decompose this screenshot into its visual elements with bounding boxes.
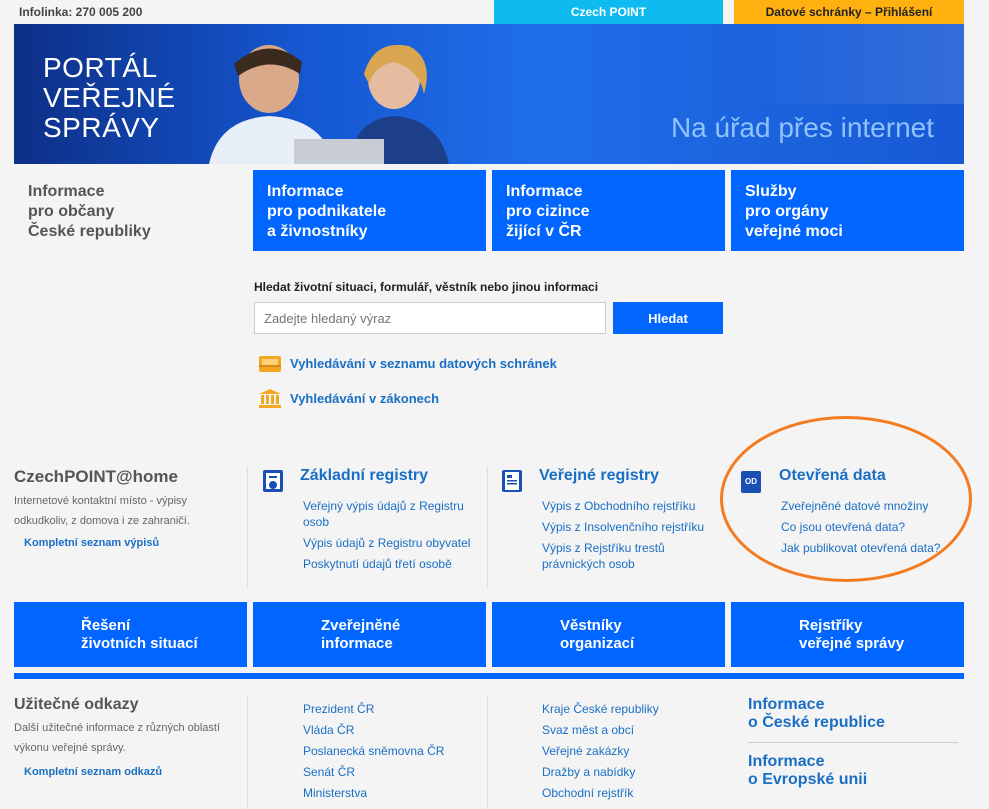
registry-icon: [263, 470, 283, 492]
tile-bulletins[interactable]: Věstníky organizací: [492, 602, 725, 667]
czechpoint-description: Internetové kontaktní místo - výpisy odk…: [14, 495, 190, 527]
useful-links-list-2: Kraje České republiky Svaz měst a obcí V…: [542, 701, 659, 806]
nav-label-line: České republiky: [28, 223, 151, 240]
nav-authorities[interactable]: Služby pro orgány veřejné moci: [731, 170, 964, 251]
portal-title-line: VEŘEJNÉ: [43, 82, 176, 113]
info-czech-republic-link[interactable]: Informace o České republice: [748, 696, 958, 732]
list-item[interactable]: Poskytnutí údajů třetí osobě: [303, 556, 483, 572]
portal-title-line: PORTÁL: [43, 52, 158, 83]
useful-links-list-1: Prezident ČR Vláda ČR Poslanecká sněmovn…: [303, 701, 444, 806]
tile-label-line: životních situací: [81, 635, 198, 652]
quick-link-label: Vyhledávání v zákonech: [290, 390, 440, 406]
nav-foreigners[interactable]: Informace pro cizince žijící v ČR: [492, 170, 725, 251]
list-item[interactable]: Svaz měst a obcí: [542, 722, 659, 738]
banner-people-image: [209, 44, 449, 164]
useful-links-full-list-link[interactable]: Kompletní seznam odkazů: [24, 766, 162, 778]
datove-schranky-login-link[interactable]: Datové schránky – Přihlášení: [734, 0, 964, 24]
list-item[interactable]: Kraje České republiky: [542, 701, 659, 717]
tile-published-info[interactable]: Zveřejněné informace: [253, 602, 486, 667]
list-item[interactable]: Ministerstva: [303, 785, 444, 801]
tile-label-line: veřejné správy: [799, 635, 905, 652]
info-label-line: Informace: [748, 696, 825, 713]
list-item[interactable]: Výpis údajů z Registru obyvatel: [303, 535, 483, 551]
building-icon: [259, 389, 281, 408]
verejne-registry-list: Výpis z Obchodního rejstříku Výpis z Ins…: [542, 498, 722, 577]
column-divider: [487, 696, 488, 809]
nav-label-line: Informace: [267, 183, 344, 200]
zakladni-registry-heading[interactable]: Základní registry: [300, 467, 428, 485]
column-divider: [247, 467, 248, 587]
top-bar: Infolinka: 270 005 200 Czech POINT Datov…: [0, 0, 989, 24]
list-item[interactable]: Senát ČR: [303, 764, 444, 780]
column-divider: [247, 696, 248, 809]
nav-label-line: Služby: [745, 183, 797, 200]
tile-label-line: informace: [321, 635, 393, 652]
infoline-text: Infolinka: 270 005 200: [19, 5, 143, 19]
banner-slogan: Na úřad přes internet: [670, 112, 934, 143]
list-item[interactable]: Výpis z Obchodního rejstříku: [542, 498, 722, 514]
zakladni-registry-list: Veřejný výpis údajů z Registru osob Výpi…: [303, 498, 483, 577]
tile-label-line: Věstníky: [560, 617, 622, 634]
list-item[interactable]: Obchodní rejstřík: [542, 785, 659, 801]
search-button[interactable]: Hledat: [613, 302, 723, 334]
tile-label-line: Zveřejněné: [321, 617, 401, 634]
list-item[interactable]: Veřejný výpis údajů z Registru osob: [303, 498, 483, 530]
tile-label-line: organizací: [560, 635, 635, 652]
list-item[interactable]: Výpis z Insolvenčního rejstříku: [542, 519, 722, 535]
search-label: Hledat životní situaci, formulář, věstní…: [254, 280, 599, 294]
section-divider: [14, 673, 964, 679]
info-label-line: o České republice: [748, 714, 885, 731]
highlight-circle: [720, 416, 972, 582]
nav-label-line: pro občany: [28, 203, 115, 220]
verejne-registry-heading[interactable]: Veřejné registry: [539, 467, 659, 485]
nav-label-line: žijící v ČR: [506, 223, 582, 240]
datove-schranky-search-link[interactable]: Vyhledávání v seznamu datových schránek: [258, 353, 557, 373]
info-eu-link[interactable]: Informace o Evropské unii: [748, 753, 958, 789]
nav-label-line: pro orgány: [745, 203, 829, 220]
hero-banner: PORTÁL VEŘEJNÉ SPRÁVY Na úřad přes inter…: [14, 24, 964, 164]
portal-title: PORTÁL VEŘEJNÉ SPRÁVY: [43, 53, 176, 143]
portal-title-line: SPRÁVY: [43, 112, 160, 143]
list-item[interactable]: Výpis z Rejstříku trestů právnických oso…: [542, 540, 722, 572]
nav-label-line: a živnostníky: [267, 223, 368, 240]
nav-citizens[interactable]: Informace pro občany České republiky: [14, 170, 247, 251]
quick-link-label: Vyhledávání v seznamu datových schránek: [290, 355, 557, 371]
list-item[interactable]: Vláda ČR: [303, 722, 444, 738]
info-label-line: o Evropské unii: [748, 771, 868, 788]
czech-point-link[interactable]: Czech POINT: [494, 0, 723, 24]
czechpoint-full-list-link[interactable]: Kompletní seznam výpisů: [24, 537, 159, 549]
nav-business[interactable]: Informace pro podnikatele a živnostníky: [253, 170, 486, 251]
nav-label-line: pro cizince: [506, 203, 590, 220]
info-divider: [748, 742, 958, 743]
tile-label-line: Rejstříky: [799, 617, 863, 634]
nav-label-line: veřejné moci: [745, 223, 843, 240]
list-item[interactable]: Prezident ČR: [303, 701, 444, 717]
list-item[interactable]: Poslanecká sněmovna ČR: [303, 743, 444, 759]
tile-label-line: Řešení: [81, 617, 131, 634]
zakony-search-link[interactable]: Vyhledávání v zákonech: [258, 388, 439, 408]
nav-label-line: pro podnikatele: [267, 203, 387, 220]
info-label-line: Informace: [748, 753, 825, 770]
tile-registers[interactable]: Rejstříky veřejné správy: [731, 602, 964, 667]
useful-links-description: Další užitečné informace z různých oblas…: [14, 722, 221, 754]
tile-life-situations[interactable]: Řešení životních situací: [14, 602, 247, 667]
column-divider: [487, 467, 488, 587]
search-input[interactable]: [254, 302, 606, 334]
inbox-icon: [259, 356, 281, 372]
list-item[interactable]: Dražby a nabídky: [542, 764, 659, 780]
czechpoint-title: CzechPOINT@home: [14, 467, 178, 486]
useful-links-title: Užitečné odkazy: [14, 696, 139, 713]
nav-label-line: Informace: [506, 183, 583, 200]
banner-decoration: [744, 24, 964, 104]
list-item[interactable]: Veřejné zakázky: [542, 743, 659, 759]
document-icon: [502, 470, 522, 492]
nav-label-line: Informace: [28, 183, 105, 200]
